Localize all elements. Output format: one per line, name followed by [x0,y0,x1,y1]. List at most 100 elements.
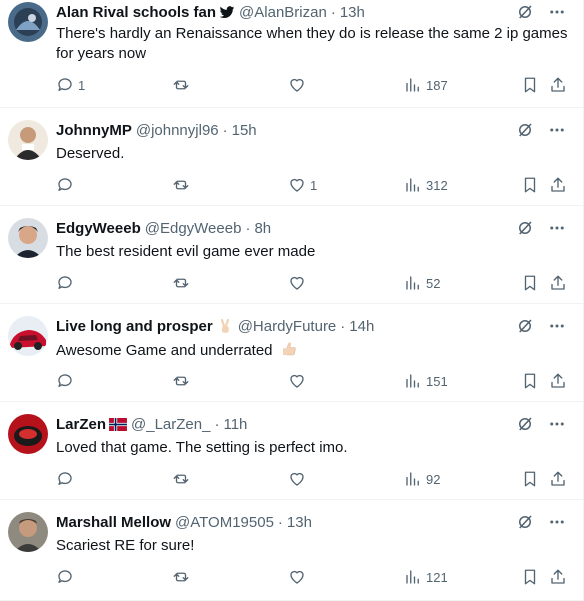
view-count: 52 [426,275,441,291]
views-button[interactable]: 92 [404,470,440,488]
tweet[interactable]: LarZen @_LarZen_ · 11h Loved that game. … [0,402,583,500]
avatar[interactable] [8,414,48,454]
retweet-button[interactable] [172,274,194,292]
share-button[interactable] [549,470,567,488]
avatar[interactable] [8,316,48,356]
reply-count: 1 [78,77,86,93]
display-name[interactable]: LarZen [56,416,106,433]
tweet-header: Alan Rival schools fan @AlanBrizan · 13h [56,2,523,22]
display-name[interactable]: EdgyWeeeb [56,220,141,237]
display-name[interactable]: JohnnyMP [56,122,132,139]
more-icon[interactable] [547,316,567,336]
tweet-text-row: Awesome Game and underrated [56,340,569,364]
timestamp[interactable]: 11h [223,416,247,433]
grok-icon[interactable] [515,414,535,434]
tweet-text: Awesome Game and underrated [56,342,273,359]
tweet-header: Marshall Mellow @ATOM19505 · 13h [56,512,523,532]
grok-icon[interactable] [515,2,535,22]
grok-icon[interactable] [515,512,535,532]
display-name[interactable]: Live long and prosper [56,318,213,335]
avatar[interactable] [8,120,48,160]
action-bar: 52 [56,274,567,294]
share-button[interactable] [549,76,567,94]
like-button[interactable] [288,568,310,586]
like-button[interactable] [288,76,310,94]
timestamp[interactable]: 8h [254,220,271,237]
reply-button[interactable] [56,176,78,194]
handle[interactable]: @AlanBrizan [239,4,327,21]
reply-button[interactable] [56,274,78,292]
retweet-button[interactable] [172,176,194,194]
more-icon[interactable] [547,414,567,434]
retweet-button[interactable] [172,568,194,586]
timestamp[interactable]: 13h [340,4,365,21]
grok-icon[interactable] [515,120,535,140]
more-icon[interactable] [547,120,567,140]
tweet[interactable]: Alan Rival schools fan @AlanBrizan · 13h… [0,0,583,108]
handle[interactable]: @_LarZen_ [131,416,210,433]
share-button[interactable] [549,176,567,194]
avatar[interactable] [8,512,48,552]
separator-dot: · [245,219,251,237]
like-button[interactable] [288,372,310,390]
separator-dot: · [277,513,283,531]
handle[interactable]: @HardyFuture [238,318,337,335]
tweet-header: EdgyWeeeb @EdgyWeeeb · 8h [56,218,523,238]
retweet-button[interactable] [172,372,194,390]
avatar[interactable] [8,218,48,258]
display-name[interactable]: Alan Rival schools fan [56,4,216,21]
more-icon[interactable] [547,2,567,22]
tweet-header: JohnnyMP @johnnyjl96 · 15h [56,120,523,140]
more-icon[interactable] [547,512,567,532]
like-button[interactable] [288,470,310,488]
bookmark-button[interactable] [521,372,539,390]
like-button[interactable]: 1 [288,176,317,194]
retweet-button[interactable] [172,76,194,94]
bookmark-button[interactable] [521,176,539,194]
grok-icon[interactable] [515,316,535,336]
bookmark-button[interactable] [521,470,539,488]
display-name[interactable]: Marshall Mellow [56,514,171,531]
tweet[interactable]: Live long and prosper @HardyFuture · 14h… [0,304,583,402]
views-button[interactable]: 187 [404,76,448,94]
handle[interactable]: @EdgyWeeeb [145,220,242,237]
reply-button[interactable] [56,568,78,586]
grok-icon[interactable] [515,218,535,238]
tweet[interactable]: EdgyWeeeb @EdgyWeeeb · 8h The best resid… [0,206,583,304]
timestamp[interactable]: 14h [349,318,374,335]
bookmark-button[interactable] [521,274,539,292]
share-button[interactable] [549,274,567,292]
share-button[interactable] [549,372,567,390]
tweet-text: Scariest RE for sure! [56,537,195,554]
reply-button[interactable]: 1 [56,76,85,94]
tweet-header: LarZen @_LarZen_ · 11h [56,414,523,434]
action-bar: 92 [56,470,567,490]
action-bar: 1 187 [56,76,567,96]
views-button[interactable]: 312 [404,176,448,194]
avatar[interactable] [8,2,48,42]
tweet-text: The best resident evil game ever made [56,243,316,260]
norway-flag-icon [109,417,127,431]
retweet-button[interactable] [172,470,194,488]
tweet[interactable]: JohnnyMP @johnnyjl96 · 15h Deserved. 1 3… [0,108,583,206]
like-button[interactable] [288,274,310,292]
timestamp[interactable]: 15h [232,122,257,139]
views-button[interactable]: 121 [404,568,448,586]
reply-button[interactable] [56,372,78,390]
views-button[interactable]: 52 [404,274,440,292]
bookmark-button[interactable] [521,568,539,586]
timestamp[interactable]: 13h [287,514,312,531]
tweet-text: There's hardly an Renaissance when they … [56,25,568,62]
tweet-header: Live long and prosper @HardyFuture · 14h [56,316,523,336]
view-count: 92 [426,471,441,487]
separator-dot: · [340,317,346,335]
views-button[interactable]: 151 [404,372,448,390]
more-icon[interactable] [547,218,567,238]
handle[interactable]: @ATOM19505 [175,514,274,531]
reply-feed: Alan Rival schools fan @AlanBrizan · 13h… [0,0,584,601]
reply-button[interactable] [56,470,78,488]
bookmark-button[interactable] [521,76,539,94]
share-button[interactable] [549,568,567,586]
tweet[interactable]: Marshall Mellow @ATOM19505 · 13h Scaries… [0,500,583,601]
handle[interactable]: @johnnyjl96 [136,122,219,139]
